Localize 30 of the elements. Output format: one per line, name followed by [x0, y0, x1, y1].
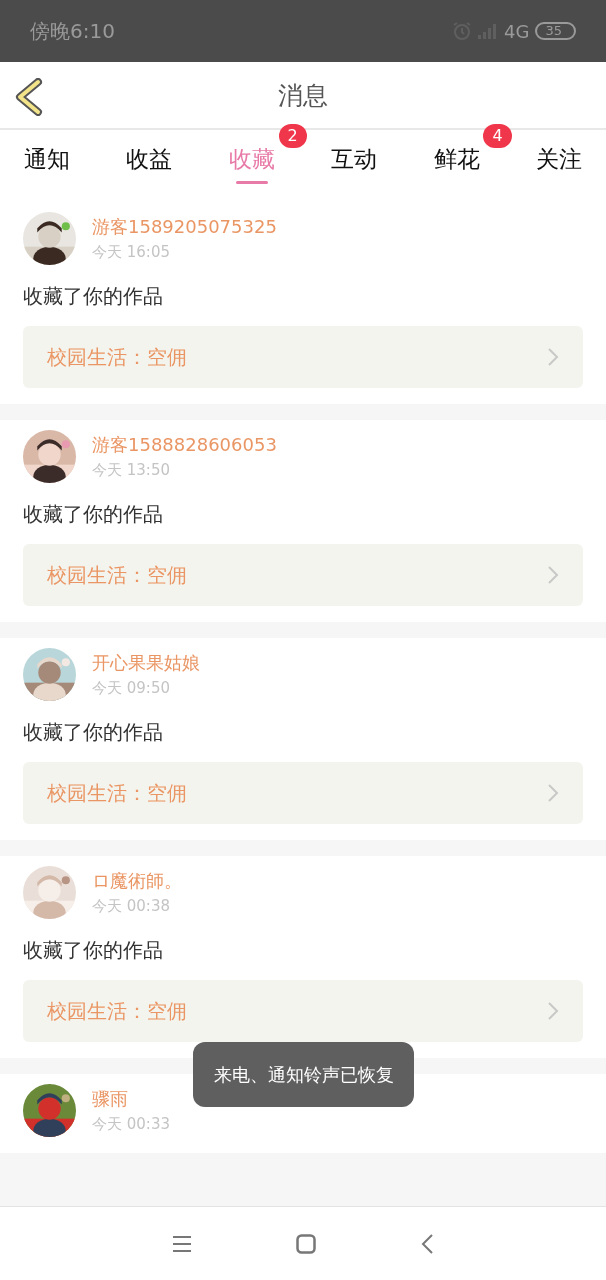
message-text: 收藏了你的作品	[23, 937, 164, 964]
message-time: 今天 00:38	[92, 897, 171, 916]
page-title: 消息	[278, 79, 328, 112]
count-badge: 2	[278, 124, 307, 148]
tab[interactable]: 关注	[517, 130, 600, 202]
tab[interactable]: 收益	[108, 130, 191, 202]
message-time: 今天 13:50	[92, 461, 171, 480]
user-name: ロ魔術師。	[92, 869, 182, 893]
user-name: 游客1589205075325	[92, 215, 277, 239]
back-button[interactable]	[14, 78, 44, 116]
message-time: 今天 09:50	[92, 679, 171, 698]
message-text: 收藏了你的作品	[23, 283, 164, 310]
toast: 来电、通知铃声已恢复	[193, 1042, 414, 1107]
count-badge: 4	[483, 124, 512, 148]
network-label: 4G	[504, 20, 530, 42]
chevron-icon	[547, 783, 559, 803]
chevron-icon	[547, 1001, 559, 1021]
message-text: 收藏了你的作品	[23, 501, 164, 528]
tab[interactable]: 互动	[313, 130, 396, 202]
user-name: 开心果果姑娘	[92, 651, 200, 675]
message-time: 今天 16:05	[92, 243, 171, 262]
status-time: 傍晚6:10	[30, 17, 115, 45]
user-name: 游客1588828606053	[92, 433, 277, 457]
chevron-icon	[547, 347, 559, 367]
chevron-icon	[547, 565, 559, 585]
user-name: 骤雨	[92, 1087, 129, 1111]
battery-level: 35	[535, 22, 576, 40]
message-text: 收藏了你的作品	[23, 719, 164, 746]
tab[interactable]: 通知	[6, 130, 88, 202]
message-time: 今天 00:33	[92, 1115, 170, 1134]
